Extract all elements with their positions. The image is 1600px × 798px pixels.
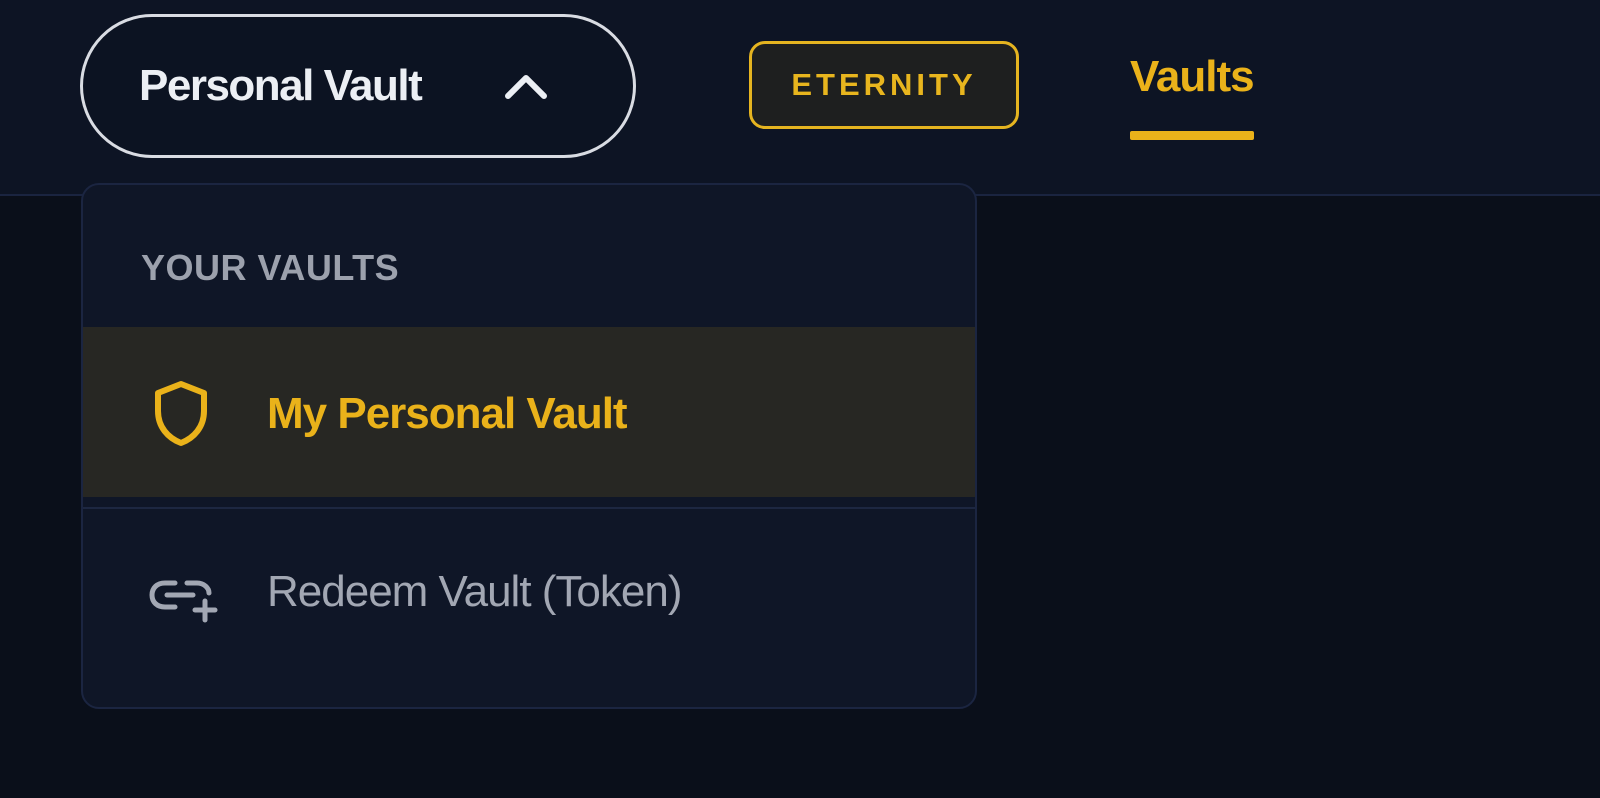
vault-switcher-label: Personal Vault bbox=[139, 61, 423, 110]
plan-badge: ETERNITY bbox=[749, 41, 1019, 129]
menu-divider bbox=[83, 507, 975, 509]
dropdown-section-title: YOUR VAULTS bbox=[141, 247, 400, 288]
nav-tab-vaults[interactable]: Vaults bbox=[1130, 52, 1255, 142]
menu-item-label: My Personal Vault bbox=[267, 389, 628, 438]
active-tab-indicator bbox=[1130, 131, 1254, 140]
menu-item-redeem-vault[interactable]: Redeem Vault (Token) bbox=[83, 525, 975, 655]
link-plus-icon bbox=[149, 580, 218, 623]
menu-item-label: Redeem Vault (Token) bbox=[267, 567, 682, 616]
vault-dropdown-menu: YOUR VAULTS My Personal Vault Redeem Vau… bbox=[81, 183, 977, 709]
shield-icon bbox=[155, 381, 207, 446]
top-bar: Personal Vault ETERNITY Vaults bbox=[0, 0, 1600, 196]
chevron-up-icon bbox=[505, 75, 547, 99]
vault-switcher-button[interactable]: Personal Vault bbox=[80, 14, 636, 158]
menu-item-my-personal-vault[interactable]: My Personal Vault bbox=[83, 327, 975, 497]
nav-tab-label: Vaults bbox=[1130, 52, 1255, 101]
plan-badge-label: ETERNITY bbox=[791, 67, 977, 102]
